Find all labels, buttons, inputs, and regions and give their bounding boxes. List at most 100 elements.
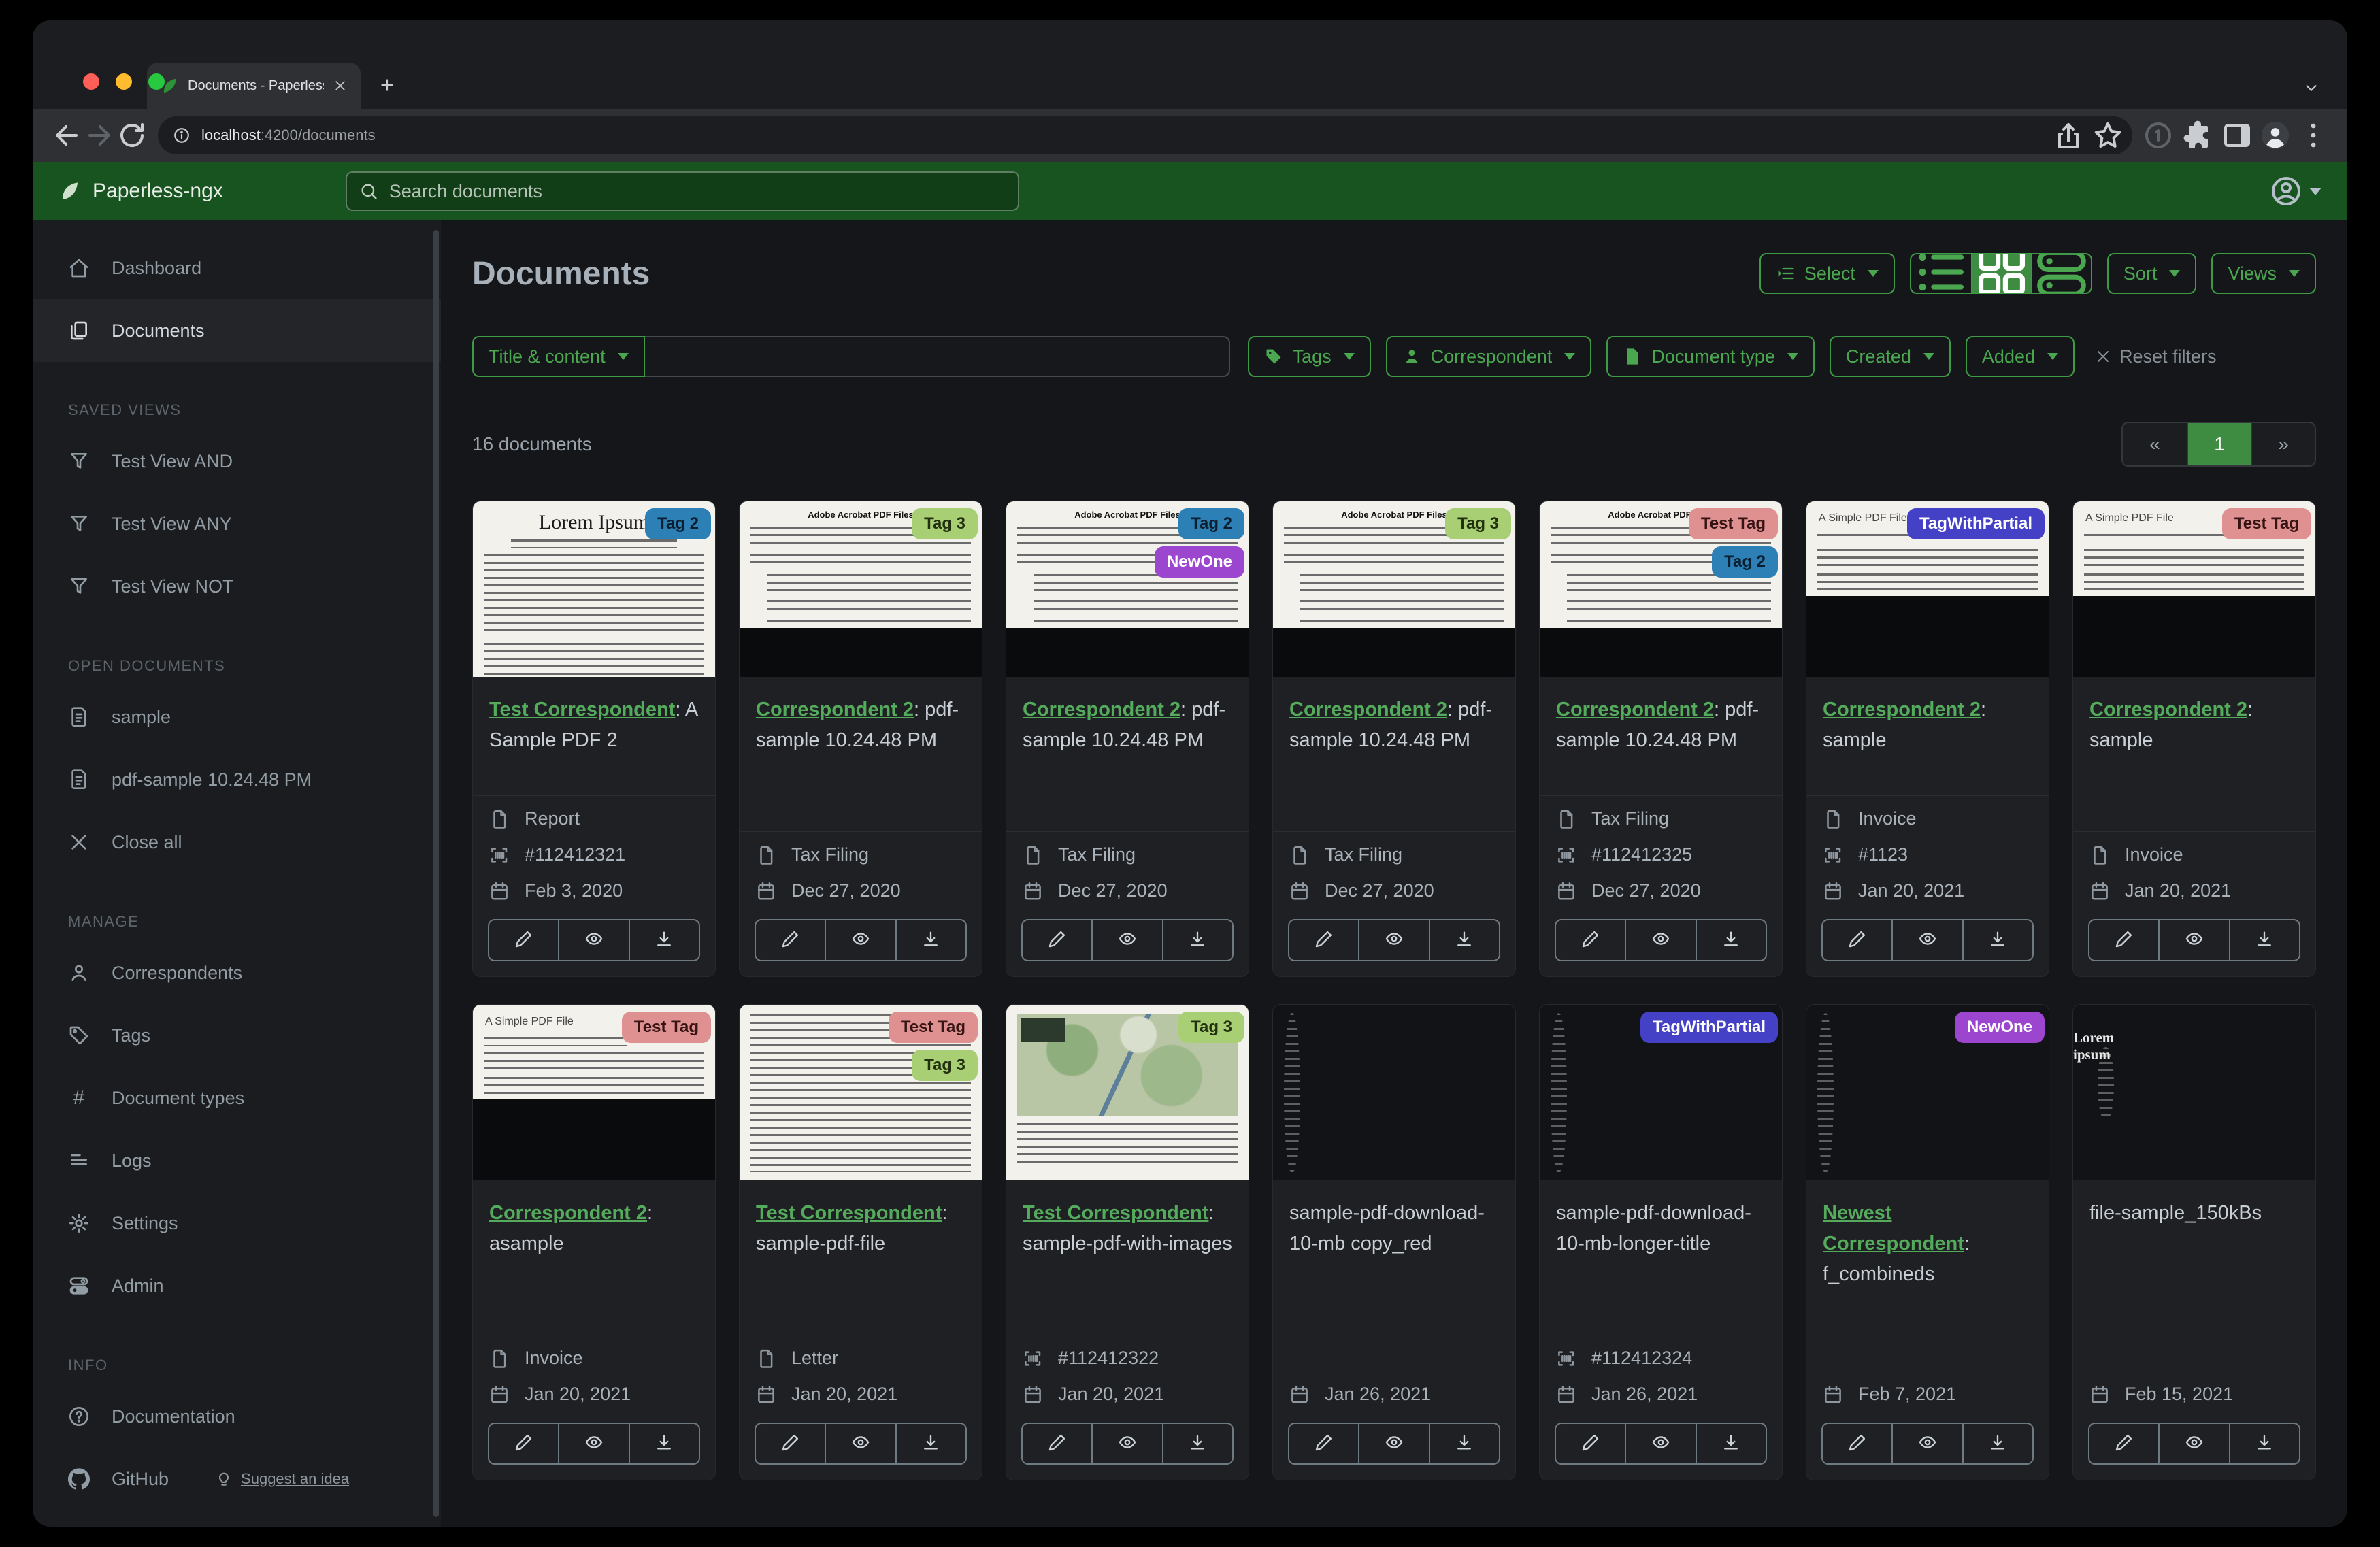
view-button[interactable] [2158,1424,2228,1463]
side-panel-icon[interactable] [2221,119,2253,152]
reload-button[interactable] [116,119,148,152]
document-title[interactable]: Correspondent 2: pdf-sample 10.24.48 PM [740,677,982,831]
sidebar-item-github[interactable]: GitHub Suggest an idea [33,1448,441,1510]
views-button[interactable]: Views [2211,253,2316,294]
reset-filters-button[interactable]: Reset filters [2095,346,2217,367]
document-thumbnail[interactable]: A Simple PDF File Test Tag [2073,501,2315,677]
tab-search-chevron-icon[interactable] [2302,79,2320,97]
edit-button[interactable] [489,920,558,960]
sort-button[interactable]: Sort [2106,253,2197,294]
select-button[interactable]: Select [1759,253,1895,294]
title-content-filter-input[interactable] [644,336,1230,377]
filter-tags-button[interactable]: Tags [1247,336,1371,377]
new-tab-button[interactable] [378,76,396,94]
download-button[interactable] [628,920,699,960]
document-title[interactable]: Correspondent 2: asample [473,1180,715,1335]
edit-button[interactable] [1289,920,1358,960]
tag-badge-tag-2[interactable]: Tag 2 [645,508,711,539]
browser-menu-kebab-icon[interactable] [2297,119,2330,152]
edit-button[interactable] [1556,920,1625,960]
view-button[interactable] [558,920,628,960]
document-title[interactable]: Correspondent 2: sample [1806,677,2049,795]
app-brand[interactable]: Paperless-ngx [59,180,223,203]
browser-tab[interactable]: Documents - Paperless-ngx [147,63,361,109]
view-button[interactable] [825,920,895,960]
correspondent-link[interactable]: Correspondent 2 [2089,699,2247,720]
list-view-button[interactable] [1911,254,1971,293]
bookmark-star-icon[interactable] [2092,119,2124,152]
document-thumbnail[interactable]: Adobe Acrobat PDF Files Test Tag Tag 2 [1540,501,1782,677]
document-title[interactable]: Correspondent 2: sample [2073,677,2315,831]
correspondent-link[interactable]: Test Correspondent [1023,1202,1208,1224]
address-bar[interactable]: localhost:4200/documents [158,116,2132,154]
sidebar-link-suggest-an-idea[interactable]: Suggest an idea [215,1470,349,1488]
document-title[interactable]: Correspondent 2: pdf-sample 10.24.48 PM [1540,677,1782,795]
document-thumbnail[interactable]: TagWithPartial [1540,1005,1782,1180]
document-title[interactable]: Test Correspondent: sample-pdf-file [740,1180,982,1335]
correspondent-link[interactable]: Test Correspondent [756,1202,942,1224]
edit-button[interactable] [1289,1424,1358,1463]
filter-document-type-button[interactable]: Document type [1606,336,1815,377]
sidebar-item-dashboard[interactable]: Dashboard [33,237,441,299]
tag-badge-tagwithpartial[interactable]: TagWithPartial [1906,508,2045,539]
detail-view-button[interactable] [2030,254,2091,293]
correspondent-link[interactable]: Correspondent 2 [756,699,914,720]
tag-badge-tagwithpartial[interactable]: TagWithPartial [1640,1012,1778,1043]
sidebar-item-settings[interactable]: Settings [33,1192,441,1254]
password-extension-icon[interactable] [2142,119,2175,152]
sidebar-item-documentation[interactable]: Documentation [33,1385,441,1448]
view-button[interactable] [1891,1424,1962,1463]
tag-badge-tag-2[interactable]: Tag 2 [1178,508,1244,539]
download-button[interactable] [2228,1424,2299,1463]
correspondent-link[interactable]: Correspondent 2 [1289,699,1447,720]
download-button[interactable] [1695,920,1766,960]
browser-profile-avatar[interactable] [2260,120,2290,150]
document-thumbnail[interactable] [1273,1005,1515,1180]
document-thumbnail[interactable]: Tag 3 [1006,1005,1249,1180]
share-icon[interactable] [2052,119,2085,152]
tag-badge-tag-3[interactable]: Tag 3 [912,1050,978,1081]
search-input[interactable] [389,180,1006,202]
edit-button[interactable] [2089,920,2158,960]
tag-badge-tag-3[interactable]: Tag 3 [1178,1012,1244,1043]
tab-close-icon[interactable] [333,79,347,93]
sidebar-item-test-view-any[interactable]: Test View ANY [33,493,441,555]
document-thumbnail[interactable]: Adobe Acrobat PDF Files Tag 3 [740,501,982,677]
tag-badge-test-tag[interactable]: Test Tag [2221,508,2311,539]
document-title[interactable]: Test Correspondent: sample-pdf-with-imag… [1006,1180,1249,1335]
document-title[interactable]: sample-pdf-download-10-mb copy_red [1273,1180,1515,1371]
sidebar-scrollbar[interactable] [433,230,439,1517]
edit-button[interactable] [1023,1424,1091,1463]
document-title[interactable]: Correspondent 2: pdf-sample 10.24.48 PM [1006,677,1249,831]
tag-badge-newone[interactable]: NewOne [1954,1012,2045,1043]
correspondent-link[interactable]: Correspondent 2 [1556,699,1714,720]
tag-badge-tag-3[interactable]: Tag 3 [912,508,978,539]
site-info-icon[interactable] [173,127,191,144]
forward-button[interactable] [83,119,116,152]
grid-view-button[interactable] [1970,254,2031,293]
view-button[interactable] [1091,920,1161,960]
download-button[interactable] [2228,920,2299,960]
tag-badge-newone[interactable]: NewOne [1154,546,1244,578]
document-thumbnail[interactable]: NewOne [1806,1005,2049,1180]
download-button[interactable] [1161,920,1232,960]
document-thumbnail[interactable]: Lorem Ipsum Tag 2 [473,501,715,677]
view-button[interactable] [1358,920,1428,960]
close-window-button[interactable] [83,73,99,90]
tag-badge-test-tag[interactable]: Test Tag [621,1012,711,1043]
sidebar-item-document-types[interactable]: # Document types [33,1067,441,1129]
title-content-filter-button[interactable]: Title & content [472,336,645,377]
user-menu[interactable] [2270,175,2321,207]
edit-button[interactable] [1556,1424,1625,1463]
view-button[interactable] [1625,1424,1695,1463]
correspondent-link[interactable]: Test Correspondent [489,699,675,720]
sidebar-item-test-view-and[interactable]: Test View AND [33,430,441,493]
view-button[interactable] [1091,1424,1161,1463]
document-title[interactable]: Test Correspondent: A Sample PDF 2 [473,677,715,795]
document-thumbnail[interactable]: A Simple PDF File TagWithPartial [1806,501,2049,677]
edit-button[interactable] [489,1424,558,1463]
download-button[interactable] [895,920,965,960]
view-button[interactable] [2158,920,2228,960]
minimize-window-button[interactable] [116,73,132,90]
view-button[interactable] [825,1424,895,1463]
